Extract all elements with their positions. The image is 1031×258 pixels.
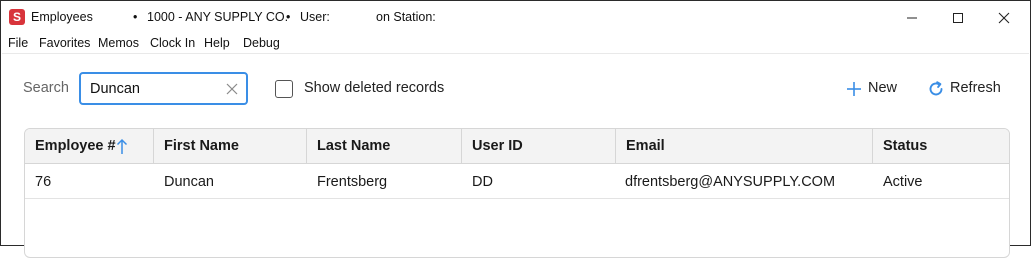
column-header-label: Last Name bbox=[317, 138, 391, 154]
station-label: on Station: bbox=[376, 10, 436, 24]
cell-user-id: DD bbox=[472, 174, 493, 190]
column-header-status[interactable]: Status bbox=[873, 129, 1009, 164]
cell-status: Active bbox=[883, 174, 923, 190]
column-header-employee-no[interactable]: Employee # bbox=[25, 129, 154, 164]
column-header-user-id[interactable]: User ID bbox=[462, 129, 616, 164]
search-box bbox=[79, 72, 248, 105]
menu-debug[interactable]: Debug bbox=[243, 36, 280, 50]
menu-favorites[interactable]: Favorites bbox=[39, 36, 90, 50]
cell-email: dfrentsberg@ANYSUPPLY.COM bbox=[625, 174, 836, 190]
employees-window: S Employees • 1000 - ANY SUPPLY CO. • Us… bbox=[0, 0, 1031, 258]
title-separator: • bbox=[286, 10, 291, 24]
new-button[interactable]: New bbox=[841, 75, 905, 103]
show-deleted-label: Show deleted records bbox=[304, 80, 445, 96]
search-input[interactable] bbox=[90, 79, 220, 99]
column-header-last-name[interactable]: Last Name bbox=[307, 129, 462, 164]
column-header-label: Employee # bbox=[35, 138, 116, 154]
minimize-button[interactable] bbox=[889, 1, 935, 34]
column-header-label: Status bbox=[883, 138, 928, 154]
sort-ascending-icon bbox=[116, 138, 128, 154]
title-bar: S Employees • 1000 - ANY SUPPLY CO. • Us… bbox=[1, 1, 1030, 34]
column-header-label: Email bbox=[626, 138, 665, 154]
menu-clock-in[interactable]: Clock In bbox=[150, 36, 195, 50]
maximize-button[interactable] bbox=[935, 1, 981, 34]
minimize-icon bbox=[907, 17, 917, 19]
clear-icon bbox=[226, 83, 238, 95]
column-header-label: First Name bbox=[164, 138, 239, 154]
plus-icon bbox=[847, 82, 861, 96]
employees-grid: Employee # First Name Last Name User ID … bbox=[24, 128, 1010, 258]
table-row[interactable]: 76 Duncan Frentsberg DD dfrentsberg@ANYS… bbox=[25, 164, 1009, 199]
show-deleted-checkbox[interactable] bbox=[275, 80, 293, 98]
window-title: Employees bbox=[31, 10, 93, 24]
column-header-label: User ID bbox=[472, 138, 523, 154]
new-button-label: New bbox=[868, 80, 898, 96]
refresh-button-label: Refresh bbox=[950, 80, 1001, 96]
clear-search-button[interactable] bbox=[224, 81, 240, 97]
title-separator: • bbox=[133, 10, 138, 24]
column-header-email[interactable]: Email bbox=[616, 129, 873, 164]
menu-memos[interactable]: Memos bbox=[98, 36, 139, 50]
cell-last-name: Frentsberg bbox=[317, 174, 388, 190]
refresh-button[interactable]: Refresh bbox=[922, 75, 1006, 103]
menu-bar: File Favorites Memos Clock In Help Debug bbox=[1, 34, 1030, 54]
column-header-first-name[interactable]: First Name bbox=[154, 129, 307, 164]
maximize-icon bbox=[953, 13, 963, 23]
close-window-button[interactable] bbox=[981, 1, 1027, 34]
menu-file[interactable]: File bbox=[8, 36, 28, 50]
close-icon bbox=[998, 12, 1010, 24]
grid-header: Employee # First Name Last Name User ID … bbox=[25, 129, 1009, 164]
divider bbox=[2, 53, 1029, 54]
refresh-icon bbox=[929, 81, 943, 96]
cell-employee-no: 76 bbox=[35, 174, 52, 190]
app-logo-icon: S bbox=[9, 9, 25, 25]
cell-first-name: Duncan bbox=[164, 174, 214, 190]
menu-help[interactable]: Help bbox=[204, 36, 230, 50]
search-label: Search bbox=[23, 80, 69, 96]
company-name: 1000 - ANY SUPPLY CO. bbox=[147, 10, 289, 24]
user-label: User: bbox=[300, 10, 330, 24]
